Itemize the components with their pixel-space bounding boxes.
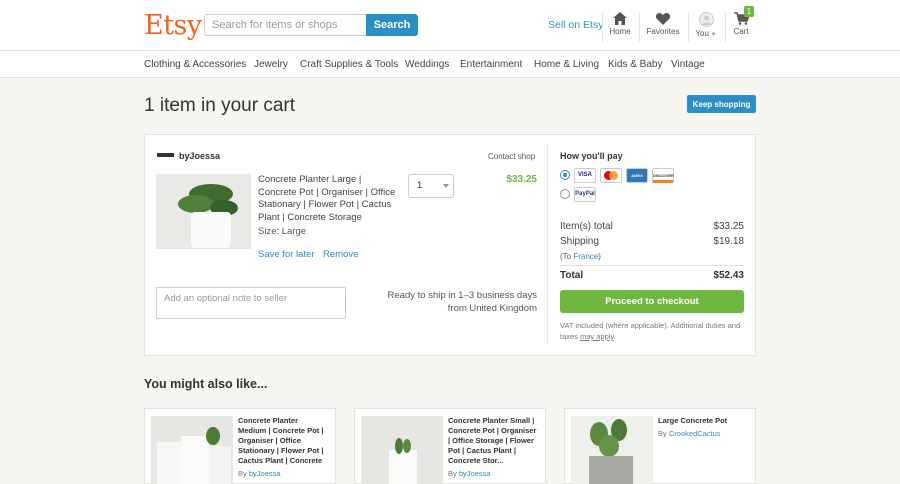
home-icon <box>613 12 627 25</box>
category-nav <box>0 51 900 78</box>
recommendation-image[interactable] <box>361 416 443 484</box>
product-variation: Size: Large <box>258 226 307 237</box>
recommendations-heading: You might also like... <box>144 377 268 391</box>
top-header <box>0 0 900 51</box>
category-home-living[interactable]: Home & Living <box>534 59 599 70</box>
recommendation-title-link[interactable]: Concrete Planter Small | Concrete Pot | … <box>448 416 537 466</box>
search-button[interactable]: Search <box>366 14 418 36</box>
nav-divider <box>639 12 640 42</box>
paypal-icon: PayPal <box>574 187 596 202</box>
product-image[interactable] <box>156 174 251 249</box>
etsy-logo[interactable]: Etsy <box>144 10 202 41</box>
keep-shopping-button[interactable]: Keep shopping <box>687 95 756 113</box>
page-title: 1 item in your cart <box>144 95 295 116</box>
chevron-down-icon: ▼ <box>708 32 717 38</box>
cart-count-badge: 1 <box>744 6 754 17</box>
nav-divider <box>602 12 603 42</box>
chevron-down-icon <box>443 184 449 188</box>
recommendation-shop-link[interactable]: CrookedCactus <box>669 429 721 438</box>
search-input[interactable] <box>204 14 367 36</box>
category-entertainment[interactable]: Entertainment <box>460 59 522 70</box>
nav-home-label: Home <box>609 27 631 36</box>
nav-you[interactable]: You ▼ <box>694 12 718 38</box>
category-weddings[interactable]: Weddings <box>405 59 449 70</box>
nav-divider <box>725 12 726 42</box>
recommendation-shop-link[interactable]: byJoessa <box>249 469 281 478</box>
recommendation-image[interactable] <box>151 416 233 484</box>
item-total-label: Item(s) total <box>560 221 613 232</box>
category-craft-supplies[interactable]: Craft Supplies & Tools <box>300 59 398 70</box>
recommendation-shop-link[interactable]: byJoessa <box>459 469 491 478</box>
mastercard-icon <box>600 168 622 183</box>
nav-divider <box>688 12 689 42</box>
save-for-later-link[interactable]: Save for later <box>258 249 315 260</box>
recommendation-shop: By CrookedCactus <box>658 429 721 438</box>
category-kids-baby[interactable]: Kids & Baby <box>608 59 662 70</box>
avatar-icon <box>698 12 714 27</box>
nav-home[interactable]: Home <box>606 12 634 36</box>
shipping-label: Shipping <box>560 236 599 247</box>
recommendation-shop: By byJoessa <box>238 469 281 478</box>
heart-icon <box>656 13 670 25</box>
item-price: $33.25 <box>506 174 537 185</box>
recommendation-shop: By byJoessa <box>448 469 491 478</box>
category-vintage[interactable]: Vintage <box>671 59 705 70</box>
amex-icon: AMEX <box>626 168 648 183</box>
nav-you-label: You <box>695 29 709 38</box>
total-value: $52.43 <box>713 270 744 281</box>
total-label: Total <box>560 270 584 281</box>
discover-icon: DISCOVER <box>652 168 674 183</box>
product-title-link[interactable]: Concrete Planter Large | Concrete Pot | … <box>258 174 398 224</box>
proceed-to-checkout-button[interactable]: Proceed to checkout <box>560 290 744 313</box>
sell-on-etsy-link[interactable]: Sell on Etsy <box>548 19 603 31</box>
ship-to-country: (To France) <box>560 252 601 261</box>
nav-favorites[interactable]: Favorites <box>645 12 681 36</box>
nav-cart-label: Cart <box>733 27 749 36</box>
ship-to-country-link[interactable]: France <box>573 252 598 261</box>
card-payment-radio[interactable] <box>560 170 570 180</box>
payment-heading: How you'll pay <box>560 151 623 161</box>
divider <box>560 265 744 266</box>
note-to-seller-field[interactable] <box>156 287 346 319</box>
shop-name-link[interactable]: byJoessa <box>179 151 220 161</box>
remove-link[interactable]: Remove <box>323 249 358 260</box>
category-jewelry[interactable]: Jewelry <box>254 59 288 70</box>
contact-shop-link[interactable]: Contact shop <box>488 152 535 161</box>
may-apply-link[interactable]: may apply <box>580 332 614 341</box>
visa-icon: VISA <box>574 168 596 183</box>
vat-note: VAT included (where applicable). Additio… <box>560 321 741 341</box>
nav-favorites-label: Favorites <box>646 27 680 36</box>
panel-divider <box>547 144 548 344</box>
recommendation-image[interactable] <box>571 416 653 484</box>
shipping-info: Ready to ship in 1–3 business days from … <box>387 290 537 314</box>
category-clothing[interactable]: Clothing & Accessories <box>144 59 246 70</box>
shipping-value: $19.18 <box>713 236 744 247</box>
recommendation-title-link[interactable]: Large Concrete Pot <box>658 416 747 426</box>
paypal-payment-radio[interactable] <box>560 189 570 199</box>
recommendation-title-link[interactable]: Concrete Planter Medium | Concrete Pot |… <box>238 416 327 466</box>
item-total-value: $33.25 <box>713 221 744 232</box>
shop-logo[interactable] <box>157 153 174 157</box>
